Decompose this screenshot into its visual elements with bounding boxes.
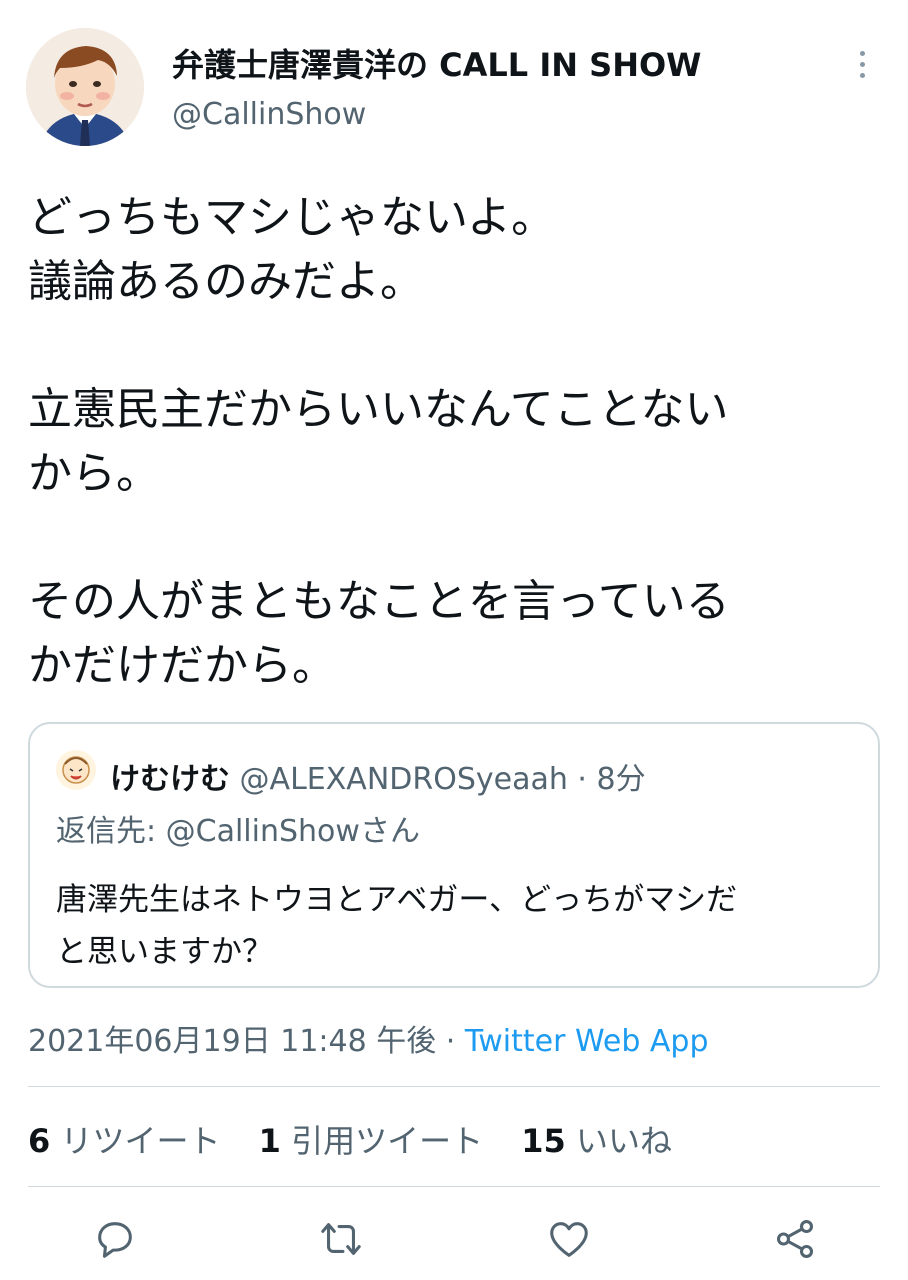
tweet-text: どっちもマシじゃないよ。 議論あるのみだよ。 立憲民主だからいいなんてことない … [28, 186, 888, 698]
quoted-line: と思いますか？ [56, 934, 273, 970]
like-count-link[interactable]: 15 いいね [521, 1122, 672, 1160]
tweet-line: 立憲民主だからいいなんてことない [28, 384, 729, 435]
tweet-meta: 2021年06月19日 11:48 午後 · Twitter Web App [28, 1016, 709, 1060]
retweet-count: 6 [28, 1122, 51, 1160]
retweet-label: リツイート [60, 1122, 221, 1160]
retweet-icon[interactable] [318, 1216, 364, 1262]
quoted-header: けむけむ @ALEXANDROSyeaah · 8分 [110, 754, 646, 798]
quoted-author-avatar [56, 750, 96, 790]
tweet-stats: 6 リツイート 1 引用ツイート 15 いいね [28, 1116, 700, 1162]
quoted-author-handle: @ALEXANDROSyeaah [239, 762, 568, 797]
action-bar [0, 1212, 908, 1268]
heart-icon[interactable] [546, 1216, 592, 1262]
tweet-line: その人がまともなことを言っている [28, 576, 730, 627]
tweet-line: かだけだから。 [28, 640, 336, 691]
tweet-timestamp[interactable]: 2021年06月19日 11:48 午後 [28, 1024, 436, 1059]
quote-count-link[interactable]: 1 引用ツイート [259, 1122, 483, 1160]
quoted-reply-to: 返信先: @CallinShowさん [56, 814, 420, 849]
author-avatar[interactable] [26, 28, 144, 146]
source-app-link[interactable]: Twitter Web App [465, 1024, 709, 1059]
quoted-text: 唐澤先生はネトウヨとアベガー、どっちがマシだ と思いますか？ [56, 874, 856, 978]
author-display-name[interactable]: 弁護士唐澤貴洋の CALL IN SHOW [172, 40, 701, 86]
meta-separator: · [445, 1024, 456, 1059]
quoted-author-name: けむけむ [110, 762, 230, 797]
quoted-timestamp: 8分 [596, 762, 646, 797]
author-handle[interactable]: @CallinShow [172, 97, 366, 132]
quoted-separator: · [577, 762, 587, 797]
quote-count: 1 [258, 1122, 281, 1160]
share-icon[interactable] [772, 1216, 818, 1262]
tweet-line: から。 [28, 448, 160, 499]
tweet-line: どっちもマシじゃないよ。 [28, 192, 556, 243]
reply-icon[interactable] [92, 1216, 138, 1262]
more-dots-icon[interactable] [842, 42, 882, 86]
quoted-line: 唐澤先生はネトウヨとアベガー、どっちがマシだ [56, 882, 738, 918]
divider [28, 1086, 880, 1087]
retweet-count-link[interactable]: 6 リツイート [28, 1122, 220, 1160]
divider [28, 1186, 880, 1187]
like-label: いいね [575, 1122, 672, 1160]
quoted-tweet-card[interactable]: けむけむ @ALEXANDROSyeaah · 8分 返信先: @CallinS… [28, 722, 880, 988]
like-count: 15 [521, 1122, 566, 1160]
tweet-line: 議論あるのみだよ。 [28, 256, 424, 307]
quote-label: 引用ツイート [291, 1122, 484, 1160]
